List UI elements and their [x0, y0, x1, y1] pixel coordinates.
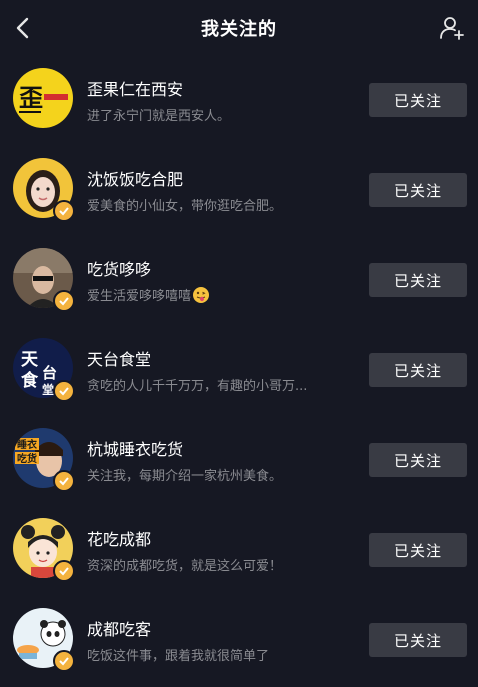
following-button[interactable]: 已关注 [369, 623, 467, 657]
svg-text:睡衣: 睡衣 [17, 438, 37, 451]
verified-badge-icon [53, 380, 75, 402]
page-title: 我关注的 [201, 19, 277, 40]
verified-badge-icon [53, 650, 75, 672]
user-bio: 贪吃的人儿千千万万，有趣的小哥万... [87, 379, 308, 394]
svg-text:吃货: 吃货 [17, 452, 37, 465]
svg-text:天: 天 [21, 350, 39, 370]
user-bio: 爱生活爱哆哆嘻嘻 [87, 285, 355, 304]
list-item[interactable]: 歪 歪果仁在西安 进了永宁门就是西安人。 已关注 [0, 55, 478, 145]
svg-text:食: 食 [21, 370, 39, 391]
user-bio: 关注我，每期介绍一家杭州美食。 [87, 469, 283, 484]
following-button[interactable]: 已关注 [369, 173, 467, 207]
list-item[interactable]: 沈饭饭吃合肥 爱美食的小仙女，带你逛吃合肥。 已关注 [0, 145, 478, 235]
user-bio: 爱美食的小仙女，带你逛吃合肥。 [87, 199, 283, 214]
following-button[interactable]: 已关注 [369, 83, 467, 117]
user-name: 成都吃客 [87, 620, 152, 639]
following-button[interactable]: 已关注 [369, 353, 467, 387]
following-button[interactable]: 已关注 [369, 443, 467, 477]
user-bio: 进了永宁门就是西安人。 [87, 109, 231, 124]
verified-badge-icon [53, 560, 75, 582]
following-list: 歪 歪果仁在西安 进了永宁门就是西安人。 已关注 沈饭饭吃合肥 爱美食的小仙女，… [0, 55, 478, 685]
verified-badge-icon [53, 290, 75, 312]
list-item[interactable]: 天 食 台 堂 天台食堂 贪吃的人儿千千万万，有趣的小哥万... 已关注 [0, 325, 478, 415]
following-button[interactable]: 已关注 [369, 263, 467, 297]
user-name: 歪果仁在西安 [87, 80, 184, 99]
list-item[interactable]: 吃货哆哆 爱生活爱哆哆嘻嘻 已关注 [0, 235, 478, 325]
user-bio-text: 爱生活爱哆哆嘻嘻 [87, 289, 192, 304]
user-bio: 吃饭这件事，跟着我就很简单了 [87, 649, 270, 664]
user-name: 花吃成都 [87, 530, 152, 549]
svg-text:台: 台 [42, 364, 57, 382]
list-item[interactable]: 成都吃客 吃饭这件事，跟着我就很简单了 已关注 [0, 595, 478, 685]
user-bio: 资深的成都吃货，就是这么可爱！ [87, 559, 283, 574]
list-item[interactable]: 花吃成都 资深的成都吃货，就是这么可爱！ 已关注 [0, 505, 478, 595]
user-name: 天台食堂 [87, 350, 152, 369]
user-name: 杭城睡衣吃货 [87, 440, 184, 459]
following-button[interactable]: 已关注 [369, 533, 467, 567]
list-item[interactable]: 睡衣 吃货 杭城睡衣吃货 关注我，每期介绍一家杭州美食。 已关注 [0, 415, 478, 505]
user-name: 吃货哆哆 [87, 260, 152, 279]
top-nav-bar: 我关注的 [0, 0, 478, 56]
verified-badge-icon [53, 470, 75, 492]
user-name: 沈饭饭吃合肥 [87, 170, 184, 189]
tongue-out-emoji-icon [193, 287, 210, 303]
avatar[interactable]: 歪 [13, 68, 73, 128]
verified-badge-icon [53, 200, 75, 222]
svg-text:歪: 歪 [19, 84, 43, 112]
add-user-icon[interactable] [438, 14, 466, 42]
